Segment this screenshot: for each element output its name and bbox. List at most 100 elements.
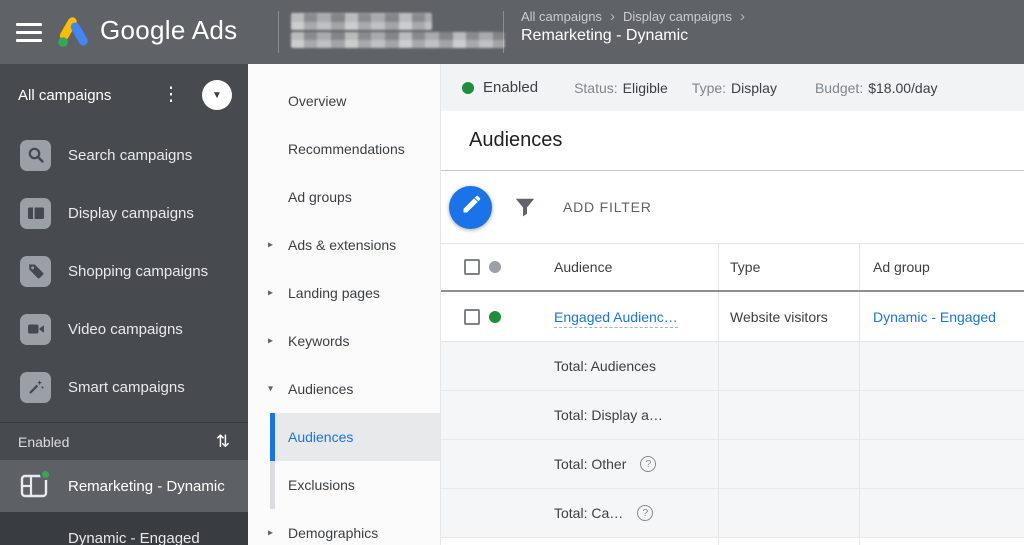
campaign-state[interactable]: Enabled xyxy=(483,79,538,96)
enabled-status-dot xyxy=(462,81,474,94)
sidebar-header: All campaigns ⋮ ▼ xyxy=(0,64,248,126)
filter-funnel-icon[interactable] xyxy=(515,198,535,217)
topbar-divider xyxy=(278,11,279,53)
google-ads-logo-icon[interactable] xyxy=(56,15,92,54)
campaign-filter-section: Enabled ⇅ xyxy=(0,422,248,460)
campaign-label: Remarketing - Dynamic xyxy=(68,477,225,495)
subnav-item-overview[interactable]: Overview xyxy=(248,77,440,125)
column-header-audience[interactable]: Audience xyxy=(554,259,612,275)
shopping-tag-icon xyxy=(20,255,51,287)
sidebar-item-label: Search campaigns xyxy=(68,146,193,164)
total-row-audiences: Total: Audiences xyxy=(441,342,1024,391)
type-label: Type: xyxy=(691,79,727,96)
column-header-type[interactable]: Type xyxy=(730,259,760,275)
subnav-item-recommendations[interactable]: Recommendations xyxy=(248,125,440,173)
audience-type-value: Website visitors xyxy=(730,308,828,325)
chevron-expanded-icon: ▾ xyxy=(268,383,274,395)
audience-link[interactable]: Engaged Audienc… xyxy=(554,308,678,328)
subnav-label: Demographics xyxy=(288,525,379,541)
question-mark-glyph: ? xyxy=(645,458,652,470)
sort-icon[interactable]: ⇅ xyxy=(216,432,230,452)
subnav-item-landing-pages[interactable]: ▸ Landing pages xyxy=(248,269,440,317)
subnav-label: Audiences xyxy=(288,381,354,397)
chevron-collapsed-icon: ▸ xyxy=(268,335,274,347)
subnav-label: Audiences xyxy=(288,429,354,445)
ad-group-label: Dynamic - Engaged xyxy=(68,529,200,545)
sidebar-item-display-campaigns[interactable]: Display campaigns xyxy=(0,184,248,242)
hamburger-menu-icon[interactable] xyxy=(16,23,42,42)
ad-group-item-dynamic-engaged[interactable]: Dynamic - Engaged xyxy=(0,512,248,545)
subnav-item-ad-groups[interactable]: Ad groups xyxy=(248,173,440,221)
chevron-collapsed-icon: ▸ xyxy=(268,239,274,251)
subnav-label: Recommendations xyxy=(288,141,405,157)
subnav-label: Landing pages xyxy=(288,285,380,301)
subnav-item-audiences-parent[interactable]: ▾ Audiences xyxy=(248,365,440,413)
sidebar-item-label: Smart campaigns xyxy=(68,378,185,396)
total-label: Total: Audiences xyxy=(554,358,656,374)
budget-label: Budget: xyxy=(814,79,864,96)
all-campaigns-label[interactable]: All campaigns xyxy=(18,87,111,104)
chevron-right-icon: › xyxy=(740,8,746,25)
add-filter-button[interactable]: ADD FILTER xyxy=(563,199,652,215)
status-label: Status: xyxy=(574,79,618,96)
total-label: Total: Ca… xyxy=(554,505,624,521)
google-ads-app: Google Ads All campaigns › Display campa… xyxy=(0,0,1024,545)
row-checkbox[interactable] xyxy=(464,308,480,325)
subnav-item-ads-extensions[interactable]: ▸ Ads & extensions xyxy=(248,221,440,269)
table-filler-row xyxy=(441,538,1024,545)
subnav-label: Ad groups xyxy=(288,189,352,205)
campaign-subnav: Overview Recommendations Ad groups ▸ Ads… xyxy=(248,64,440,545)
total-label: Total: Display a… xyxy=(554,407,663,423)
subnav-item-exclusions[interactable]: Exclusions xyxy=(248,461,440,509)
sidebar-item-video-campaigns[interactable]: Video campaigns xyxy=(0,300,248,358)
campaign-item-remarketing-dynamic[interactable]: Remarketing - Dynamic xyxy=(0,460,248,512)
top-bar: Google Ads All campaigns › Display campa… xyxy=(0,0,1024,64)
chevron-down-icon: ▼ xyxy=(212,89,222,101)
enabled-filter-label: Enabled xyxy=(18,433,70,450)
subnav-label: Exclusions xyxy=(288,477,355,493)
breadcrumb: All campaigns › Display campaigns › Rema… xyxy=(521,9,745,45)
subnav-item-keywords[interactable]: ▸ Keywords xyxy=(248,317,440,365)
magic-wand-icon xyxy=(20,371,51,403)
table-toolbar: ADD FILTER xyxy=(441,171,1024,243)
column-header-ad-group[interactable]: Ad group xyxy=(873,259,930,275)
ad-group-link[interactable]: Dynamic - Engaged xyxy=(873,309,996,325)
campaign-status-bar: Enabled Status: Eligible Type: Display B… xyxy=(441,64,1024,111)
total-row-campaign: Total: Ca… ? xyxy=(441,489,1024,538)
kebab-menu-icon[interactable]: ⋮ xyxy=(160,80,182,110)
breadcrumb-current-campaign: Remarketing - Dynamic xyxy=(521,27,689,44)
redacted-account-name xyxy=(291,13,432,30)
subnav-item-audiences-selected[interactable]: Audiences xyxy=(248,413,440,461)
subnav-item-demographics[interactable]: ▸ Demographics xyxy=(248,509,440,545)
enabled-status-badge xyxy=(40,469,51,480)
campaign-sidebar: All campaigns ⋮ ▼ Search campaigns Displ… xyxy=(0,64,248,545)
help-icon[interactable]: ? xyxy=(637,505,654,521)
row-enabled-dot xyxy=(489,310,501,323)
collapse-panel-button[interactable]: ▼ xyxy=(202,80,232,110)
pencil-icon xyxy=(461,195,481,220)
table-header-row: Audience Type Ad group xyxy=(441,243,1024,292)
edit-button[interactable] xyxy=(449,185,492,229)
select-all-checkbox[interactable] xyxy=(464,259,480,275)
status-column-dot-icon xyxy=(489,261,501,273)
help-icon[interactable]: ? xyxy=(640,456,657,472)
question-mark-glyph: ? xyxy=(642,507,649,519)
selected-item-indicator xyxy=(270,413,275,461)
redacted-account-id xyxy=(291,32,505,48)
sidebar-item-label: Display campaigns xyxy=(68,204,194,222)
topbar-divider xyxy=(503,11,504,53)
sidebar-item-shopping-campaigns[interactable]: Shopping campaigns xyxy=(0,242,248,300)
subnav-label: Keywords xyxy=(288,333,350,349)
breadcrumb-display-campaigns[interactable]: Display campaigns xyxy=(623,9,732,24)
total-label: Total: Other xyxy=(554,456,627,472)
sidebar-item-smart-campaigns[interactable]: Smart campaigns xyxy=(0,358,248,416)
sidebar-item-label: Video campaigns xyxy=(68,320,183,338)
table-row: Engaged Audienc… Website visitors Dynami… xyxy=(441,292,1024,342)
subnav-label: Overview xyxy=(288,93,347,109)
sidebar-item-search-campaigns[interactable]: Search campaigns xyxy=(0,126,248,184)
chevron-collapsed-icon: ▸ xyxy=(268,287,274,299)
status-value: Eligible xyxy=(622,79,668,96)
type-value: Display xyxy=(731,79,777,96)
main-content: Enabled Status: Eligible Type: Display B… xyxy=(440,64,1024,545)
breadcrumb-all-campaigns[interactable]: All campaigns xyxy=(521,9,602,24)
